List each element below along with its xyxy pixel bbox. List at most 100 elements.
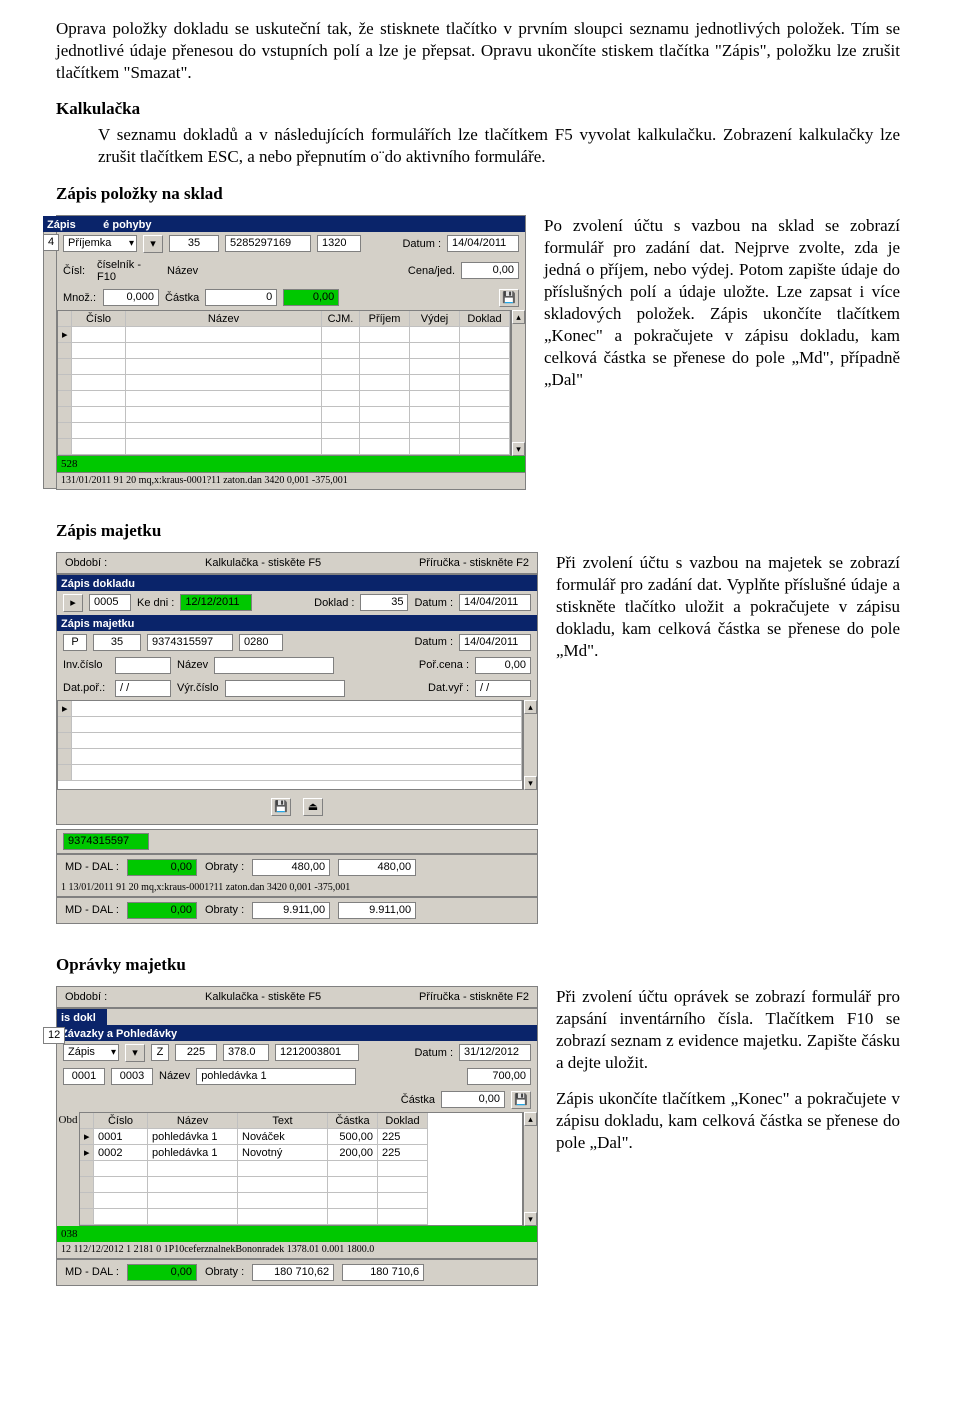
kedni-field[interactable]: 12/12/2011: [180, 594, 252, 611]
datum-label-4: Datum :: [414, 1047, 453, 1059]
datum-field-4[interactable]: 31/12/2012: [459, 1044, 531, 1061]
inv-field[interactable]: [115, 657, 171, 674]
opravky-window-stack: Období : Kalkulačka - stiskěte F5 Příruč…: [56, 986, 538, 1286]
cena-field[interactable]: 0,00: [461, 262, 519, 279]
md-value-3: 0,00: [127, 1264, 197, 1281]
back-bar: is dokl: [57, 1009, 107, 1025]
datpor-field[interactable]: / /: [115, 680, 171, 697]
datum-field[interactable]: 14/04/2011: [447, 235, 519, 252]
c3[interactable]: 1212003801: [275, 1044, 359, 1061]
f3[interactable]: 1320: [317, 235, 361, 252]
close-icon[interactable]: ⏏: [303, 798, 323, 816]
scrollbar-3[interactable]: ▴ ▾: [523, 1112, 537, 1226]
col-vydej: Výdej: [410, 311, 460, 327]
scrollbar[interactable]: ▴ ▾: [511, 310, 525, 456]
sklad-paragraph: Po zvolení účtu s vazbou na sklad se zob…: [544, 215, 900, 392]
f1[interactable]: 35: [169, 235, 219, 252]
naz-field2[interactable]: [214, 657, 334, 674]
scroll-up-icon-2[interactable]: ▴: [524, 700, 537, 714]
castka-b[interactable]: 0,00: [283, 289, 339, 306]
md-label-3: MD - DAL :: [65, 1266, 119, 1278]
md-label-2: MD - DAL :: [65, 904, 119, 916]
intro-paragraph: Oprava položky dokladu se uskuteční tak,…: [56, 18, 900, 84]
footer-stub: 131/01/2011 91 20 mq,x:kraus-0001?11 zat…: [57, 472, 525, 489]
save-icon[interactable]: 💾: [499, 289, 519, 307]
opr-heading: Oprávky majetku: [56, 954, 900, 976]
col-cislo-2: Číslo: [94, 1113, 148, 1129]
pri-hint: Příručka - stiskněte F2: [419, 557, 529, 569]
doklad-field[interactable]: 35: [360, 594, 408, 611]
z-field[interactable]: Z: [151, 1044, 169, 1061]
m-b[interactable]: 9374315597: [147, 634, 233, 651]
col-text: Text: [238, 1113, 328, 1129]
scroll-up-icon[interactable]: ▴: [512, 310, 525, 324]
zapis-dropdown[interactable]: Zápis: [63, 1044, 119, 1061]
table-row[interactable]: ▸ 0001 pohledávka 1 Nováček 500,00 225: [80, 1129, 522, 1145]
n1[interactable]: 0001: [63, 1068, 105, 1085]
save-icon-3[interactable]: 💾: [511, 1091, 531, 1109]
v-field[interactable]: 700,00: [467, 1068, 531, 1085]
row-btn[interactable]: ▸: [63, 594, 83, 612]
kalkulacka-paragraph: V seznamu dokladů a v následujících form…: [98, 124, 900, 168]
por-field[interactable]: 0,00: [475, 657, 531, 674]
obdobi-label-2: Období :: [65, 991, 107, 1003]
castka-label: Částka: [165, 292, 199, 304]
pohledavky-grid[interactable]: Číslo Název Text Částka Doklad ▸ 0001 po…: [79, 1112, 523, 1226]
sklad-grid[interactable]: Číslo Název CJM. Příjem Výdej Doklad ▸: [57, 310, 511, 456]
doc-num[interactable]: 0005: [89, 594, 131, 611]
table-row[interactable]: ▸ 0002 pohledávka 1 Novotný 200,00 225: [80, 1145, 522, 1161]
datum-label-3: Datum :: [414, 636, 453, 648]
obraty-b-3: 180 710,6: [342, 1264, 424, 1281]
col-nazev-2: Název: [148, 1113, 238, 1129]
naz-field-3[interactable]: pohledávka 1: [196, 1068, 356, 1085]
obraty-label: Obraty :: [205, 861, 244, 873]
kedni-label: Ke dni :: [137, 597, 174, 609]
obraty-a-2: 9.911,00: [252, 902, 330, 919]
f2[interactable]: 5285297169: [225, 235, 311, 252]
p-field[interactable]: P: [63, 634, 87, 651]
stub-line: 1 13/01/2011 91 20 mq,x:kraus-0001?11 za…: [57, 880, 537, 896]
sklad-titlebar: Skladové pohyby: [57, 216, 525, 232]
left-num[interactable]: 4: [43, 234, 59, 251]
maj-paragraph: Při zvolení účtu s vazbou na majetek se …: [556, 552, 900, 662]
b3[interactable]: 378.0: [223, 1044, 269, 1061]
majetek-grid[interactable]: ▸: [57, 700, 523, 790]
save-icon-2[interactable]: 💾: [271, 798, 291, 816]
m-c[interactable]: 0280: [239, 634, 283, 651]
sklad-heading: Zápis položky na sklad: [56, 183, 900, 205]
mnoz-label: Množ.:: [63, 292, 97, 304]
scroll-down-icon-3[interactable]: ▾: [524, 1212, 537, 1226]
castka-field-2[interactable]: 0,00: [441, 1091, 505, 1108]
col-prijem: Příjem: [360, 311, 410, 327]
datvyr-label: Dat.vyř :: [428, 682, 469, 694]
type-dropdown[interactable]: Příjemka: [63, 235, 137, 252]
castka-label-2: Částka: [401, 1094, 435, 1106]
nazev-label: Název: [167, 265, 201, 277]
castka-a[interactable]: 0: [205, 289, 277, 306]
maj-heading: Zápis majetku: [56, 520, 900, 542]
n2[interactable]: 0003: [111, 1068, 153, 1085]
a3[interactable]: 225: [175, 1044, 217, 1061]
datpor-label: Dat.poř.:: [63, 682, 109, 694]
dropdown-arrow-icon[interactable]: ▾: [143, 235, 163, 253]
col-nazev: Název: [126, 311, 322, 327]
majetek-window-stack: Období : Kalkulačka - stiskěte F5 Příruč…: [56, 552, 538, 924]
md-value-2: 0,00: [127, 902, 197, 919]
datvyr-field[interactable]: / /: [475, 680, 531, 697]
scroll-down-icon-2[interactable]: ▾: [524, 776, 537, 790]
obraty-a-3: 180 710,62: [252, 1264, 334, 1281]
m-a[interactable]: 35: [93, 634, 141, 651]
vyr-field[interactable]: [225, 680, 345, 697]
scroll-down-icon[interactable]: ▾: [512, 442, 525, 456]
back-titlebar: Zápis: [43, 216, 103, 232]
datum-field-3[interactable]: 14/04/2011: [459, 634, 531, 651]
datum-field-2[interactable]: 14/04/2011: [459, 594, 531, 611]
scroll-up-icon-3[interactable]: ▴: [524, 1112, 537, 1126]
mnoz-field[interactable]: 0,000: [103, 289, 159, 306]
left-num-2[interactable]: 12: [43, 1027, 65, 1044]
dropdown-arrow-icon-2[interactable]: ▾: [125, 1044, 145, 1062]
obd-label: Obd: [57, 1112, 79, 1226]
scrollbar-2[interactable]: ▴ ▾: [523, 700, 537, 790]
zapis-majetku-bar: Zápis majetku: [57, 615, 537, 631]
col-castka: Částka: [328, 1113, 378, 1129]
